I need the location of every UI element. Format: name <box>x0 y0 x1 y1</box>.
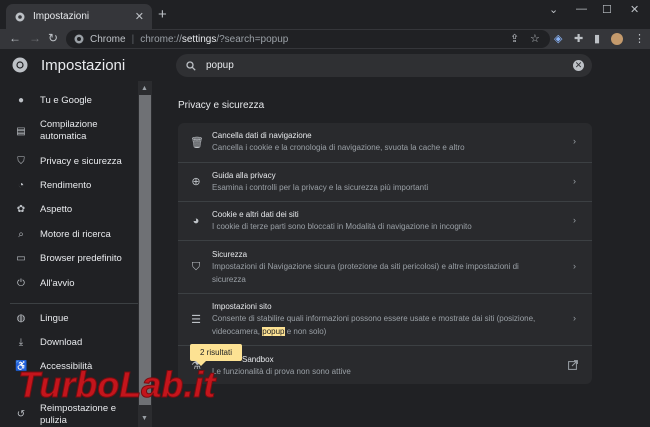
browser-icon: ▭ <box>16 253 26 264</box>
chevron-right-icon: › <box>573 261 576 271</box>
row-description: Impostazioni di Navigazione sicura (prot… <box>212 262 519 284</box>
sidebar-item-autofill[interactable]: ▤ Compilazione automatica <box>0 119 138 145</box>
sidebar-divider <box>10 303 138 304</box>
open-external-icon[interactable] <box>568 360 578 370</box>
row-privacy-guide[interactable]: ⊕ Guida alla privacy Esamina i controlli… <box>178 162 592 201</box>
forward-icon[interactable]: → <box>29 31 41 45</box>
row-description: I cookie di terze parti sono bloccati in… <box>212 222 472 231</box>
sidebar-item-label: Motore di ricerca <box>40 229 111 240</box>
clear-search-icon[interactable]: ✕ <box>573 60 584 71</box>
sidebar-item-search-engine[interactable]: ⌕ Motore di ricerca <box>0 228 138 242</box>
sidebar-item-you-and-google[interactable]: ● Tu e Google <box>0 94 138 108</box>
sidebar-item-on-startup[interactable]: ⏻ All'avvio <box>0 277 138 291</box>
add-circle-icon: ⊕ <box>191 176 201 188</box>
sidebar-item-label: Compilazione automatica <box>40 119 98 142</box>
side-panel-icon[interactable]: ▮ <box>594 32 600 45</box>
maximize-button[interactable]: ☐ <box>602 3 612 16</box>
sidebar-item-downloads[interactable]: ⤓ Download <box>0 336 138 350</box>
omnibox-separator: | <box>131 33 135 45</box>
sidebar-item-label: All'avvio <box>40 278 75 289</box>
chevron-right-icon: › <box>573 313 576 323</box>
bookmark-star-icon[interactable]: ☆ <box>530 32 540 45</box>
shield-icon: ⛉ <box>17 156 25 167</box>
row-cookies[interactable]: ◕ Cookie e altri dati dei siti I cookie … <box>178 201 592 240</box>
clipboard-icon: ▤ <box>16 126 26 137</box>
search-icon: ⌕ <box>18 229 24 240</box>
new-tab-button[interactable]: + <box>158 6 167 23</box>
scroll-up-icon[interactable]: ▲ <box>141 85 148 92</box>
row-description: Le funzionalità di prova non sono attive <box>212 367 351 376</box>
row-title: Impostazioni sito <box>212 302 272 311</box>
section-title: Privacy e sicurezza <box>178 100 265 111</box>
share-icon[interactable]: ⇪ <box>510 32 519 45</box>
row-title: Guida alla privacy <box>212 171 276 180</box>
sidebar-item-default-browser[interactable]: ▭ Browser predefinito <box>0 252 138 266</box>
extensions-puzzle-icon[interactable]: ✚ <box>574 32 583 45</box>
download-icon: ⤓ <box>18 337 24 348</box>
minimize-button[interactable]: — <box>576 3 587 15</box>
search-highlight: popup <box>262 326 285 336</box>
person-icon: ● <box>17 95 25 106</box>
speedometer-icon: ◔ <box>17 180 25 191</box>
tab-search-icon[interactable]: ⌄ <box>549 3 558 16</box>
url-text: chrome://settings/?search=popup <box>140 33 289 45</box>
palette-icon: ✿ <box>16 204 26 215</box>
chevron-right-icon: › <box>573 215 576 225</box>
row-title: Cancella dati di navigazione <box>212 131 312 140</box>
row-title: Cookie e altri dati dei siti <box>212 210 299 219</box>
sidebar-item-label: Browser predefinito <box>40 253 122 264</box>
sidebar-item-privacy[interactable]: ⛉ Privacy e sicurezza <box>0 155 138 169</box>
svg-text:TurboLab.it: TurboLab.it <box>18 364 217 405</box>
sidebar-item-label: Lingue <box>40 313 69 324</box>
search-icon <box>186 60 196 71</box>
avatar[interactable] <box>611 33 623 45</box>
chrome-logo-icon <box>12 57 28 73</box>
tune-icon: ☰ <box>191 314 201 326</box>
chevron-right-icon: › <box>573 136 576 146</box>
row-security[interactable]: ⛉ Sicurezza Impostazioni di Navigazione … <box>178 240 592 293</box>
turbolab-watermark-logo: TurboLab.it <box>18 364 218 406</box>
row-title: Sicurezza <box>212 250 248 259</box>
power-icon: ⏻ <box>17 278 25 289</box>
page-title: Impostazioni <box>41 57 126 74</box>
cookie-icon: ◕ <box>192 215 200 227</box>
search-value: popup <box>206 60 234 71</box>
browser-toolbar: ← → ↻ Chrome | chrome://settings/?search… <box>0 29 650 49</box>
sidebar-item-label: Aspetto <box>40 204 73 215</box>
sidebar-item-label: Tu e Google <box>40 95 92 106</box>
close-window-button[interactable]: ✕ <box>630 3 639 16</box>
site-label: Chrome <box>90 33 126 45</box>
chrome-logo-icon <box>74 34 84 44</box>
sidebar-item-label: Rendimento <box>40 180 92 191</box>
row-description: Esamina i controlli per la privacy e la … <box>212 183 429 192</box>
tab-strip: Impostazioni ✕ + ⌄ — ☐ ✕ <box>0 0 650 29</box>
sidebar-item-languages[interactable]: ◍ Lingue <box>0 312 138 326</box>
gear-icon <box>15 12 25 21</box>
extension-logo-icon[interactable]: ◈ <box>554 32 562 45</box>
menu-kebab-icon[interactable]: ⋮ <box>634 32 645 45</box>
row-clear-browsing-data[interactable]: 🗑 Cancella dati di navigazione Cancella … <box>178 123 592 162</box>
row-description: Consente di stabilire quali informazioni… <box>212 314 536 336</box>
sidebar-item-appearance[interactable]: ✿ Aspetto <box>0 203 138 217</box>
chevron-right-icon: › <box>573 176 576 186</box>
tab-settings[interactable]: Impostazioni ✕ <box>6 4 152 29</box>
shield-icon: ⛉ <box>191 261 201 273</box>
close-tab-icon[interactable]: ✕ <box>135 10 144 23</box>
tab-title: Impostazioni <box>33 11 90 22</box>
address-bar[interactable]: Chrome | chrome://settings/?search=popup <box>66 30 550 48</box>
sidebar-item-performance[interactable]: ◔ Rendimento <box>0 179 138 193</box>
row-site-settings[interactable]: ☰ Impostazioni sito Consente di stabilir… <box>178 293 592 345</box>
reload-icon[interactable]: ↻ <box>48 31 58 45</box>
row-description: Cancella i cookie e la cronologia di nav… <box>212 143 465 152</box>
settings-search-input[interactable]: popup ✕ <box>176 54 592 77</box>
sidebar-item-label: Privacy e sicurezza <box>40 156 122 167</box>
back-icon[interactable]: ← <box>9 31 21 45</box>
globe-icon: ◍ <box>16 313 26 324</box>
scroll-down-icon[interactable]: ▼ <box>141 415 148 422</box>
sidebar-item-label: Download <box>40 337 83 348</box>
trash-icon: 🗑 <box>190 137 204 149</box>
settings-header: Impostazioni popup ✕ <box>0 49 650 81</box>
